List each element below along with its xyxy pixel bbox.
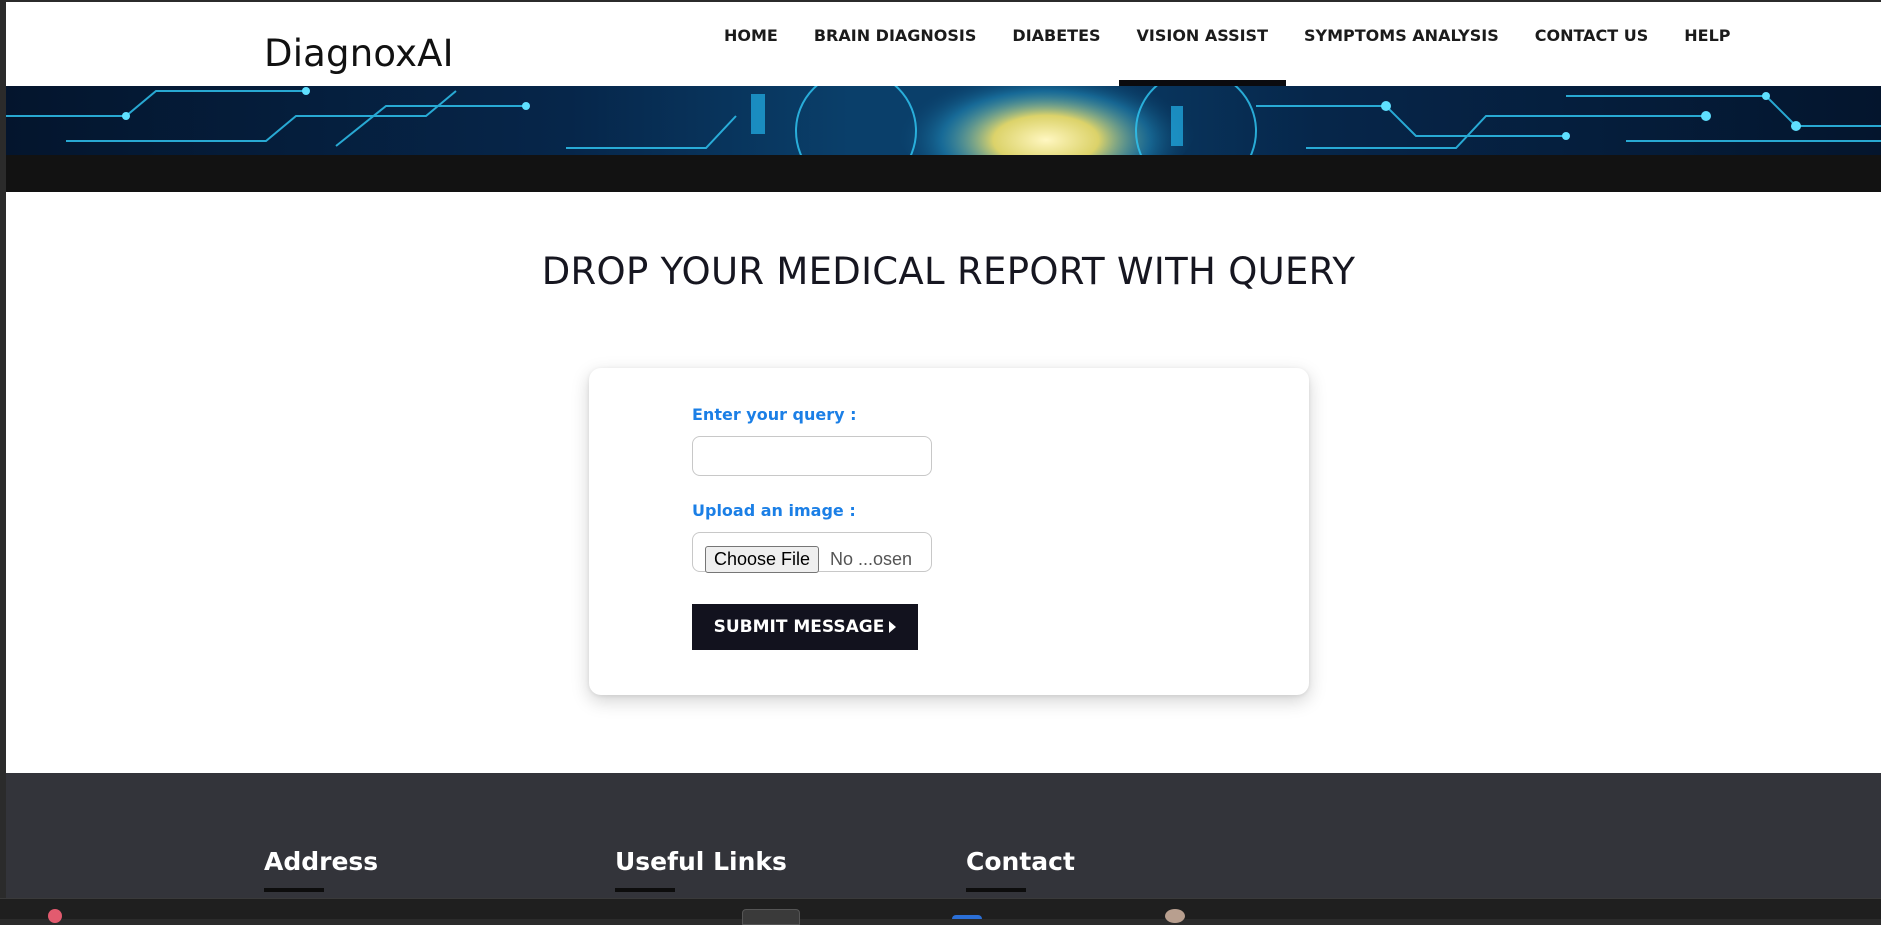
nav-brain-diagnosis[interactable]: BRAIN DIAGNOSIS [796,2,995,86]
file-status-text: No ...osen [830,549,913,569]
nav-home[interactable]: HOME [706,2,796,86]
taskbar-app-icon[interactable] [1165,909,1185,923]
nav-contact-us[interactable]: CONTACT US [1517,2,1667,86]
site-header: DiagnoxAI HOME BRAIN DIAGNOSIS DIABETES … [6,2,1881,86]
file-upload-field[interactable]: Choose File No ...osen [692,532,932,573]
footer-heading-useful-links: Useful Links [615,847,787,876]
page-title: DROP YOUR MEDICAL REPORT WITH QUERY [541,250,1356,293]
footer-useful-links: Useful Links [615,847,787,892]
banner-dark-strip [6,155,1881,192]
browser-viewport: DiagnoxAI HOME BRAIN DIAGNOSIS DIABETES … [6,2,1881,898]
submit-label: SUBMIT MESSAGE [713,617,885,637]
nav-vision-assist[interactable]: VISION ASSIST [1118,2,1287,86]
site-footer: Address Useful Links Contact [6,773,1881,898]
footer-address: Address [264,847,378,892]
query-label: Enter your query : [692,405,857,424]
nav-help[interactable]: HELP [1666,2,1748,86]
caret-right-icon [889,621,897,633]
brand-logo[interactable]: DiagnoxAI [264,32,454,75]
nav-symptoms-analysis[interactable]: SYMPTOMS ANALYSIS [1286,2,1517,86]
taskbar-app-icon[interactable] [742,909,800,925]
upload-label: Upload an image : [692,501,856,520]
choose-file-button[interactable]: Choose File [705,546,820,573]
circuit-banner-graphic [6,86,1881,155]
query-input[interactable] [692,436,932,476]
taskbar-app-icon[interactable] [952,915,982,919]
footer-divider [615,888,675,892]
footer-divider [966,888,1026,892]
footer-divider [264,888,324,892]
footer-contact: Contact [966,847,1075,892]
query-form-card: Enter your query : Upload an image : Cho… [589,368,1309,695]
os-taskbar [0,898,1881,925]
taskbar-app-icon[interactable] [48,909,62,923]
footer-heading-address: Address [264,847,379,876]
nav-diabetes[interactable]: DIABETES [994,2,1118,86]
submit-message-button[interactable]: SUBMIT MESSAGE [692,604,918,650]
hero-banner-image [6,86,1881,155]
footer-heading-contact: Contact [966,847,1075,876]
main-nav: HOME BRAIN DIAGNOSIS DIABETES VISION ASS… [706,2,1749,86]
